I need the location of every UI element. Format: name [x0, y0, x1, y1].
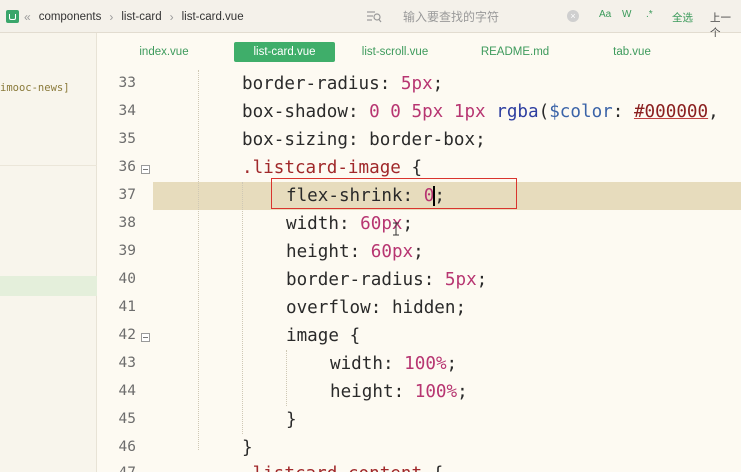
tab-index-vue[interactable]: index.vue — [124, 42, 204, 62]
code-line-40: border-radius: 5px; — [286, 270, 488, 290]
code-line-41: overflow: hidden; — [286, 298, 467, 318]
code-line-44: height: 100%; — [330, 382, 468, 402]
line-number: 35 — [118, 131, 136, 147]
sidebar-divider — [0, 165, 97, 166]
line-number: 34 — [118, 103, 136, 119]
sidebar-selected-item[interactable] — [0, 276, 97, 296]
find-previous-button[interactable]: 上一个 — [710, 10, 741, 40]
search-input[interactable] — [391, 6, 581, 28]
project-root-label[interactable]: imooc-news] — [0, 82, 70, 94]
line-number-gutter: 33 34 35 36 37 38 39 40 41 42 43 44 45 4… — [104, 70, 152, 472]
chevron-right-icon: › — [109, 9, 114, 24]
line-number: 47 — [104, 465, 136, 472]
back-icon[interactable]: « — [24, 10, 31, 24]
match-case-icon[interactable]: Aa — [599, 9, 611, 20]
line-number: 45 — [118, 411, 136, 427]
line-number: 41 — [118, 299, 136, 315]
line-number: 39 — [118, 243, 136, 259]
search-list-icon[interactable] — [366, 9, 382, 23]
editor-tabs: index.vue list-card.vue list-scroll.vue … — [104, 40, 741, 66]
app-logo-icon — [6, 10, 19, 23]
fold-collapse-icon[interactable] — [141, 333, 150, 342]
line-number: 36 — [118, 159, 136, 175]
breadcrumb-item-file[interactable]: list-card.vue — [182, 11, 244, 23]
tab-readme-md[interactable]: README.md — [476, 42, 554, 62]
project-sidebar: imooc-news] — [0, 33, 97, 472]
indent-guide — [242, 182, 243, 434]
code-line-33: border-radius: 5px; — [242, 74, 444, 94]
tab-list-scroll-vue[interactable]: list-scroll.vue — [354, 42, 436, 62]
code-line-35: box-sizing: border-box; — [242, 130, 486, 150]
code-line-43: width: 100%; — [330, 354, 458, 374]
line-number: 40 — [118, 271, 136, 287]
code-editor[interactable]: border-radius: 5px; box-shadow: 0 0 5px … — [153, 70, 741, 472]
mouse-ibeam-icon — [393, 222, 399, 236]
code-line-45: } — [286, 410, 297, 430]
line-number: 38 — [118, 215, 136, 231]
line-number: 37 — [118, 187, 136, 203]
breadcrumb: « components › list-card › list-card.vue — [6, 0, 244, 33]
tab-list-card-vue[interactable]: list-card.vue — [234, 42, 335, 62]
fold-collapse-icon[interactable] — [141, 165, 150, 174]
breadcrumb-item-components[interactable]: components — [39, 11, 102, 23]
code-line-42: image { — [286, 326, 361, 346]
annotation-highlight-box — [271, 178, 517, 209]
line-number: 42 — [118, 327, 136, 343]
line-number: 44 — [118, 383, 136, 399]
line-number: 43 — [118, 355, 136, 371]
code-line-47: .listcard-content { — [242, 460, 443, 472]
select-all-button[interactable]: 全选 — [672, 10, 693, 25]
code-line-34: box-shadow: 0 0 5px 1px rgba($color: #00… — [242, 102, 719, 122]
tab-tab-vue[interactable]: tab.vue — [604, 42, 660, 62]
code-line-46: } — [242, 438, 253, 458]
line-number: 46 — [118, 439, 136, 455]
top-toolbar: « components › list-card › list-card.vue… — [0, 0, 741, 39]
regex-icon[interactable]: .* — [646, 9, 653, 20]
chevron-right-icon: › — [169, 9, 174, 24]
indent-guide — [286, 350, 287, 406]
indent-guide — [198, 70, 199, 450]
breadcrumb-item-list-card[interactable]: list-card — [121, 11, 161, 23]
clear-icon[interactable]: × — [567, 10, 579, 22]
match-word-icon[interactable]: W — [622, 9, 631, 20]
code-line-39: height: 60px; — [286, 242, 424, 262]
line-number: 33 — [118, 75, 136, 91]
